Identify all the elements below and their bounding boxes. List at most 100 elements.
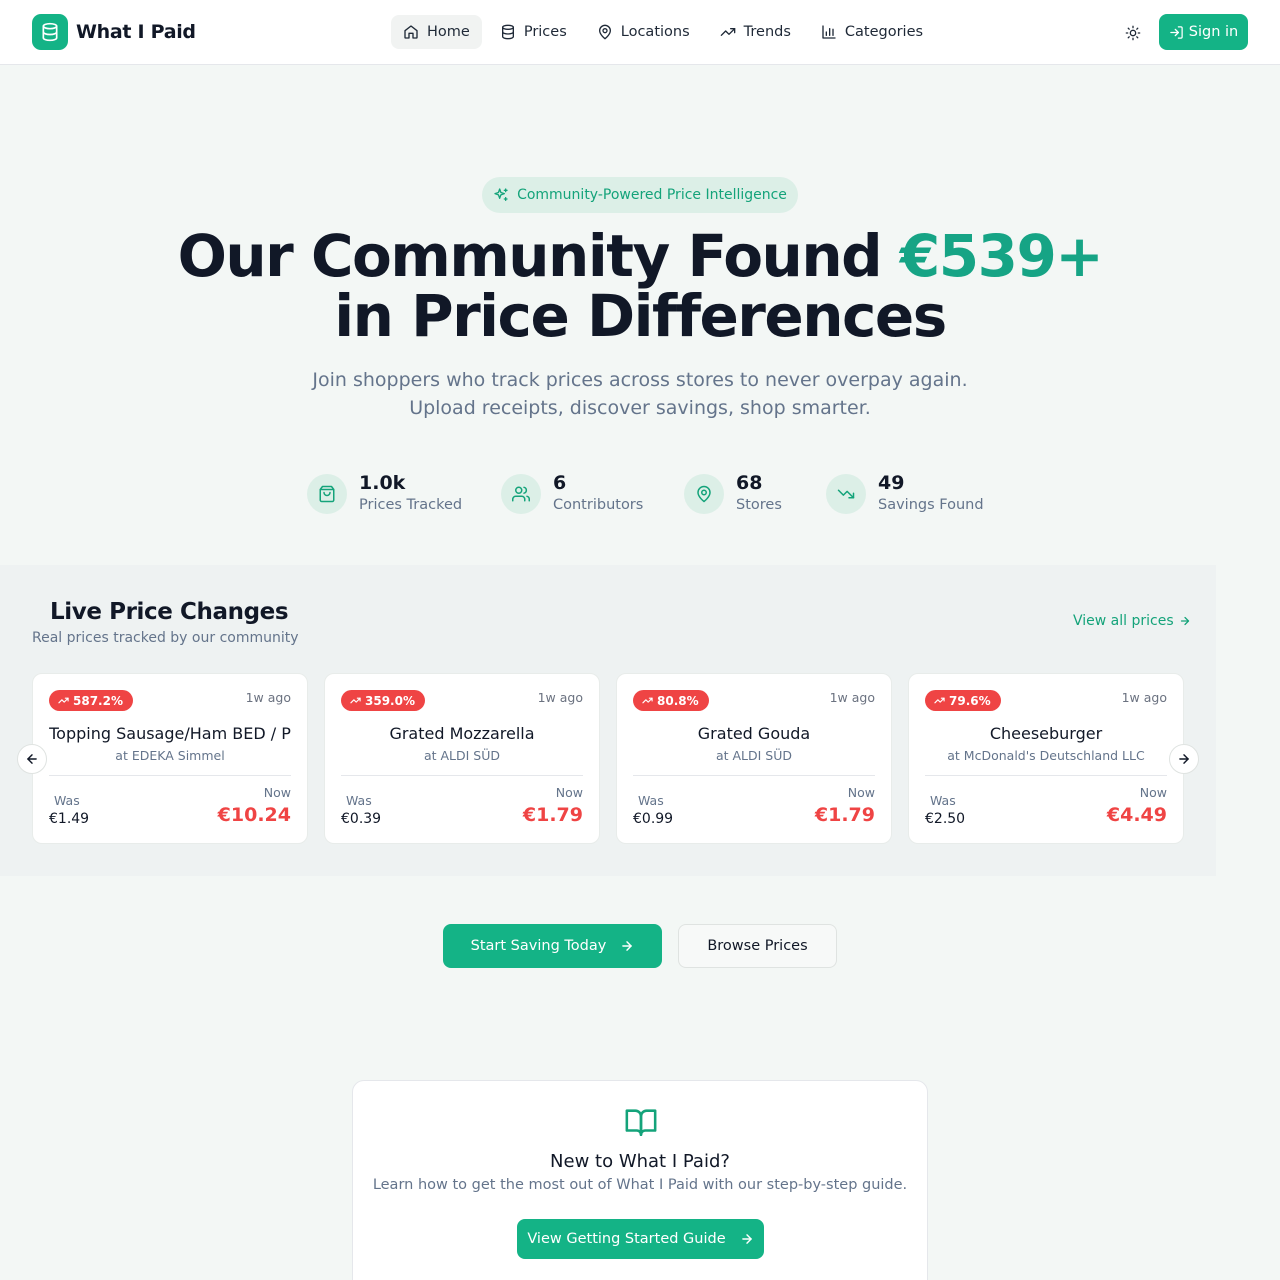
now-label: Now [263, 785, 291, 800]
sun-icon [1125, 25, 1141, 41]
getting-started-guide-button[interactable]: View Getting Started Guide [517, 1219, 764, 1259]
was-price: €2.50 [925, 811, 966, 827]
carousel-next-button[interactable] [1169, 744, 1199, 774]
divider [925, 775, 1167, 776]
guide-button-label: View Getting Started Guide [527, 1231, 726, 1247]
product-name: Topping Sausage/Ham BED / P [49, 724, 291, 743]
nav-item-label: Locations [620, 24, 690, 40]
store-name: at McDonald's Deutschland LLC [947, 748, 1145, 763]
trending-down-icon [826, 474, 866, 514]
start-saving-button[interactable]: Start Saving Today [443, 924, 662, 968]
bar-chart-icon [821, 24, 845, 40]
stat-value: 49 [878, 472, 905, 494]
percent-change-value: 79.6% [949, 693, 991, 708]
price-change-card[interactable]: 80.8% 1w ago Grated Gouda at ALDI SÜD Wa… [616, 673, 892, 844]
sign-in-button[interactable]: Sign in [1159, 14, 1248, 50]
nav-item-label: Prices [523, 24, 567, 40]
browse-prices-button[interactable]: Browse Prices [678, 924, 837, 968]
price-change-card[interactable]: 587.2% 1w ago Topping Sausage/Ham BED / … [32, 673, 308, 844]
stat-label: Savings Found [878, 497, 984, 513]
guide-subtitle: Learn how to get the most out of What I … [372, 1177, 908, 1193]
log-in-icon [1169, 25, 1189, 40]
hero-subtext: Join shoppers who track prices across st… [0, 366, 1280, 422]
brand-logo[interactable]: What I Paid [32, 14, 196, 50]
stat-prices-tracked: 1.0k Prices Tracked [307, 472, 462, 516]
was-label: Was [638, 793, 664, 808]
nav-item-locations[interactable]: Locations [585, 15, 702, 49]
was-price: €0.99 [633, 811, 674, 827]
nav-item-prices[interactable]: Prices [488, 15, 579, 49]
brand-name: What I Paid [76, 21, 196, 43]
percent-change-value: 80.8% [657, 693, 699, 708]
stat-value: 68 [736, 472, 763, 494]
was-label: Was [930, 793, 956, 808]
trending-up-icon [720, 24, 744, 40]
nav-links: Home Prices Locations Trends Categories [391, 15, 941, 49]
view-all-label: View all prices [1073, 613, 1174, 629]
hero-headline: Our Community Found €539+ in Price Diffe… [0, 226, 1280, 346]
stat-savings-found: 49 Savings Found [826, 472, 984, 516]
hero-subtext-line2: Upload receipts, discover savings, shop … [409, 397, 871, 419]
carousel-prev-button[interactable] [17, 744, 47, 774]
divider [633, 775, 875, 776]
stat-label: Contributors [553, 497, 644, 513]
time-ago: 1w ago [245, 690, 291, 705]
time-ago: 1w ago [537, 690, 583, 705]
divider [341, 775, 583, 776]
nav-item-home[interactable]: Home [391, 15, 482, 49]
sign-in-label: Sign in [1188, 24, 1239, 40]
browse-prices-label: Browse Prices [707, 938, 808, 954]
map-pin-icon [684, 474, 724, 514]
database-icon [32, 14, 68, 50]
price-change-card[interactable]: 359.0% 1w ago Grated Mozzarella at ALDI … [324, 673, 600, 844]
users-icon [501, 474, 541, 514]
trending-up-icon [58, 695, 73, 706]
live-price-changes-section: Live Price Changes Real prices tracked b… [0, 565, 1216, 876]
now-price: €4.49 [1106, 804, 1167, 826]
stat-contributors: 6 Contributors [501, 472, 643, 516]
section-subtitle: Real prices tracked by our community [32, 630, 299, 646]
book-open-icon [624, 1105, 658, 1139]
percent-change-badge: 79.6% [925, 690, 1001, 711]
percent-change-badge: 80.8% [633, 690, 709, 711]
headline-amount: €539+ [899, 222, 1104, 290]
price-change-card[interactable]: 79.6% 1w ago Cheeseburger at McDonald's … [908, 673, 1184, 844]
now-price: €1.79 [814, 804, 875, 826]
store-name: at ALDI SÜD [423, 748, 501, 763]
percent-change-badge: 359.0% [341, 690, 425, 711]
start-saving-label: Start Saving Today [470, 938, 607, 954]
store-name: at EDEKA Simmel [115, 748, 225, 763]
arrow-left-icon [25, 752, 39, 766]
now-price: €10.24 [217, 804, 291, 826]
stat-label: Prices Tracked [359, 497, 463, 513]
nav-item-label: Trends [743, 24, 791, 40]
nav-item-trends[interactable]: Trends [708, 15, 803, 49]
was-price: €0.39 [341, 811, 382, 827]
percent-change-value: 359.0% [365, 693, 415, 708]
theme-toggle-button[interactable] [1120, 20, 1146, 46]
stat-stores: 68 Stores [684, 472, 782, 516]
arrow-right-icon [1174, 615, 1191, 627]
trending-up-icon [642, 695, 657, 706]
trending-up-icon [934, 695, 949, 706]
hero-badge: Community-Powered Price Intelligence [482, 177, 798, 213]
arrow-right-icon [606, 939, 634, 953]
nav-item-label: Home [427, 24, 470, 40]
product-name: Cheeseburger [989, 724, 1103, 743]
percent-change-badge: 587.2% [49, 690, 133, 711]
stat-label: Stores [736, 497, 782, 513]
stat-value: 6 [553, 472, 567, 494]
arrow-right-icon [726, 1232, 754, 1246]
product-name: Grated Gouda [697, 724, 811, 743]
was-label: Was [54, 793, 80, 808]
divider [49, 775, 291, 776]
headline-prefix: Our Community Found [177, 222, 883, 290]
now-label: Now [847, 785, 875, 800]
nav-item-categories[interactable]: Categories [809, 15, 935, 49]
trending-up-icon [350, 695, 365, 706]
hero-subtext-line1: Join shoppers who track prices across st… [312, 369, 968, 391]
sparkles-icon [493, 187, 517, 203]
now-label: Now [1139, 785, 1167, 800]
percent-change-value: 587.2% [73, 693, 123, 708]
view-all-prices-link[interactable]: View all prices [1073, 613, 1191, 629]
